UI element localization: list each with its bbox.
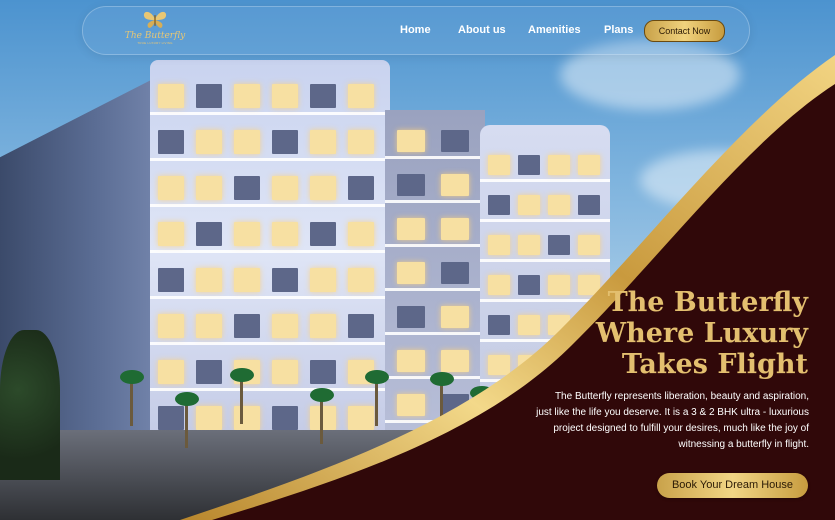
book-dream-house-button[interactable]: Book Your Dream House [657,473,808,498]
brand-logo[interactable]: The Butterfly TRUE LUXURY LIVING [115,9,195,49]
butterfly-logo-icon [143,11,167,28]
contact-now-button[interactable]: Contact Now [644,20,725,42]
description-line: The Butterfly represents liberation, bea… [554,391,809,402]
nav-home[interactable]: Home [400,24,431,36]
headline-line: Takes Flight [621,349,808,380]
description-line: project designed to fulfill your desires… [553,423,809,434]
headline-line: Where Luxury [595,318,808,349]
nav-plans[interactable]: Plans [604,24,633,36]
description-line: just like the life you deserve. It is a … [536,407,809,418]
logo-wordmark: The Butterfly [124,31,186,41]
hero-description: The Butterfly represents liberation, bea… [519,389,809,453]
nav-about-us[interactable]: About us [458,24,506,36]
nav-amenities[interactable]: Amenities [528,24,581,36]
logo-tagline: TRUE LUXURY LIVING [137,41,173,45]
description-line: witnessing a butterfly in flight. [678,439,809,450]
headline-line: The Butterfly [607,287,808,318]
hero-headline: The Butterfly Where Luxury Takes Flight [508,287,808,380]
